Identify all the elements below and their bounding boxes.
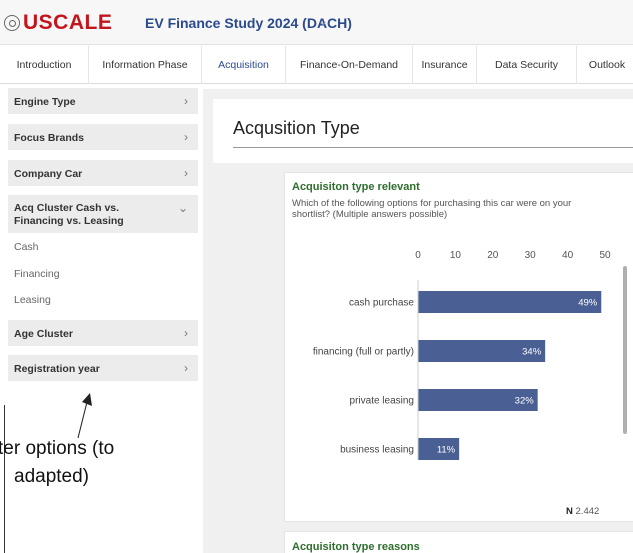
x-tick-label: 40 [562, 250, 574, 261]
annotation-text-line1: ter options (to [0, 438, 115, 459]
sidebar-subitem-financing[interactable]: Financing [14, 268, 60, 280]
tab-acquisition[interactable]: Acquisition [202, 46, 286, 84]
tab-introduction[interactable]: Introduction [0, 46, 89, 84]
sidebar-item-label: Age Cluster [14, 328, 73, 340]
bar-value-label: 49% [578, 298, 598, 309]
page-title: Acqusition Type [233, 118, 360, 138]
x-tick-label: 50 [599, 250, 611, 261]
question-text: Which of the following options for purch… [292, 198, 572, 220]
annotation-text-line2: adapted) [14, 466, 90, 487]
x-tick-label: 30 [525, 250, 537, 261]
sidebar-item-acq-cluster[interactable]: Acq Cluster Cash vs. Financing vs. Leasi… [8, 195, 198, 233]
question-title: Acquisiton type relevant [292, 181, 420, 193]
sample-size: N 2.442 [566, 506, 599, 517]
logo-text: USCALE [23, 11, 113, 34]
logo-icon [4, 15, 20, 31]
title-divider [233, 147, 633, 148]
tab-data-security[interactable]: Data Security [477, 46, 577, 84]
chevron-right-icon: › [184, 326, 188, 340]
tab-outlook[interactable]: Outlook [577, 46, 633, 84]
bar-value-label: 11% [437, 445, 456, 456]
bar-value-label: 34% [522, 347, 542, 358]
x-tick-label: 0 [415, 250, 421, 261]
annotation-arrow-icon [77, 393, 92, 439]
category-label: cash purchase [349, 298, 414, 309]
category-label: private leasing [350, 396, 414, 407]
bar [418, 291, 602, 313]
x-tick-label: 20 [487, 250, 499, 261]
next-question-title: Acquisiton type reasons [292, 541, 420, 553]
app-header: USCALE EV Finance Study 2024 (DACH) ⌄ [0, 0, 633, 45]
category-label: financing (full or partly) [313, 347, 414, 358]
bar-value-label: 32% [515, 396, 535, 407]
sidebar-item-registration-year[interactable]: Registration year › [8, 355, 198, 381]
sidebar-item-company-car[interactable]: Company Car › [8, 160, 198, 186]
tab-finance-on-demand[interactable]: Finance-On-Demand [286, 46, 413, 84]
sidebar-item-label-line2: Financing vs. Leasing [14, 215, 124, 227]
x-tick-label: 10 [450, 250, 462, 261]
bar-chart: 0 10 20 30 40 50 49% cash purchase 34% financing … [313, 250, 611, 460]
sidebar-item-focus-brands[interactable]: Focus Brands › [8, 124, 198, 150]
category-label: business leasing [340, 445, 414, 456]
sidebar-subitem-leasing[interactable]: Leasing [14, 294, 51, 306]
sidebar-item-label: Company Car [14, 168, 83, 180]
chevron-right-icon: › [184, 166, 188, 180]
sample-size-prefix: N [566, 506, 573, 517]
chevron-down-icon: ⌄ [177, 201, 188, 215]
chevron-right-icon: › [184, 361, 188, 375]
chart-scrollbar[interactable] [623, 266, 627, 434]
sidebar-item-age-cluster[interactable]: Age Cluster › [8, 320, 198, 346]
chevron-down-icon[interactable]: ⌄ [318, 14, 328, 28]
sidebar-subitem-cash[interactable]: Cash [14, 241, 39, 253]
sample-size-value: 2.442 [575, 506, 600, 517]
chevron-right-icon: › [184, 94, 188, 108]
annotation-frame-line [4, 405, 5, 553]
tab-insurance[interactable]: Insurance [413, 46, 477, 84]
chevron-right-icon: › [184, 130, 188, 144]
sidebar-item-label: Focus Brands [14, 132, 85, 144]
sidebar-item-label-line1: Acq Cluster Cash vs. [14, 202, 120, 214]
sidebar-item-label: Engine Type [14, 96, 76, 108]
tab-information-phase[interactable]: Information Phase [89, 46, 202, 84]
tab-bar: Introduction Information Phase Acquisiti… [0, 46, 633, 84]
sidebar-item-label: Registration year [14, 363, 100, 375]
sidebar-item-engine-type[interactable]: Engine Type › [8, 88, 198, 114]
